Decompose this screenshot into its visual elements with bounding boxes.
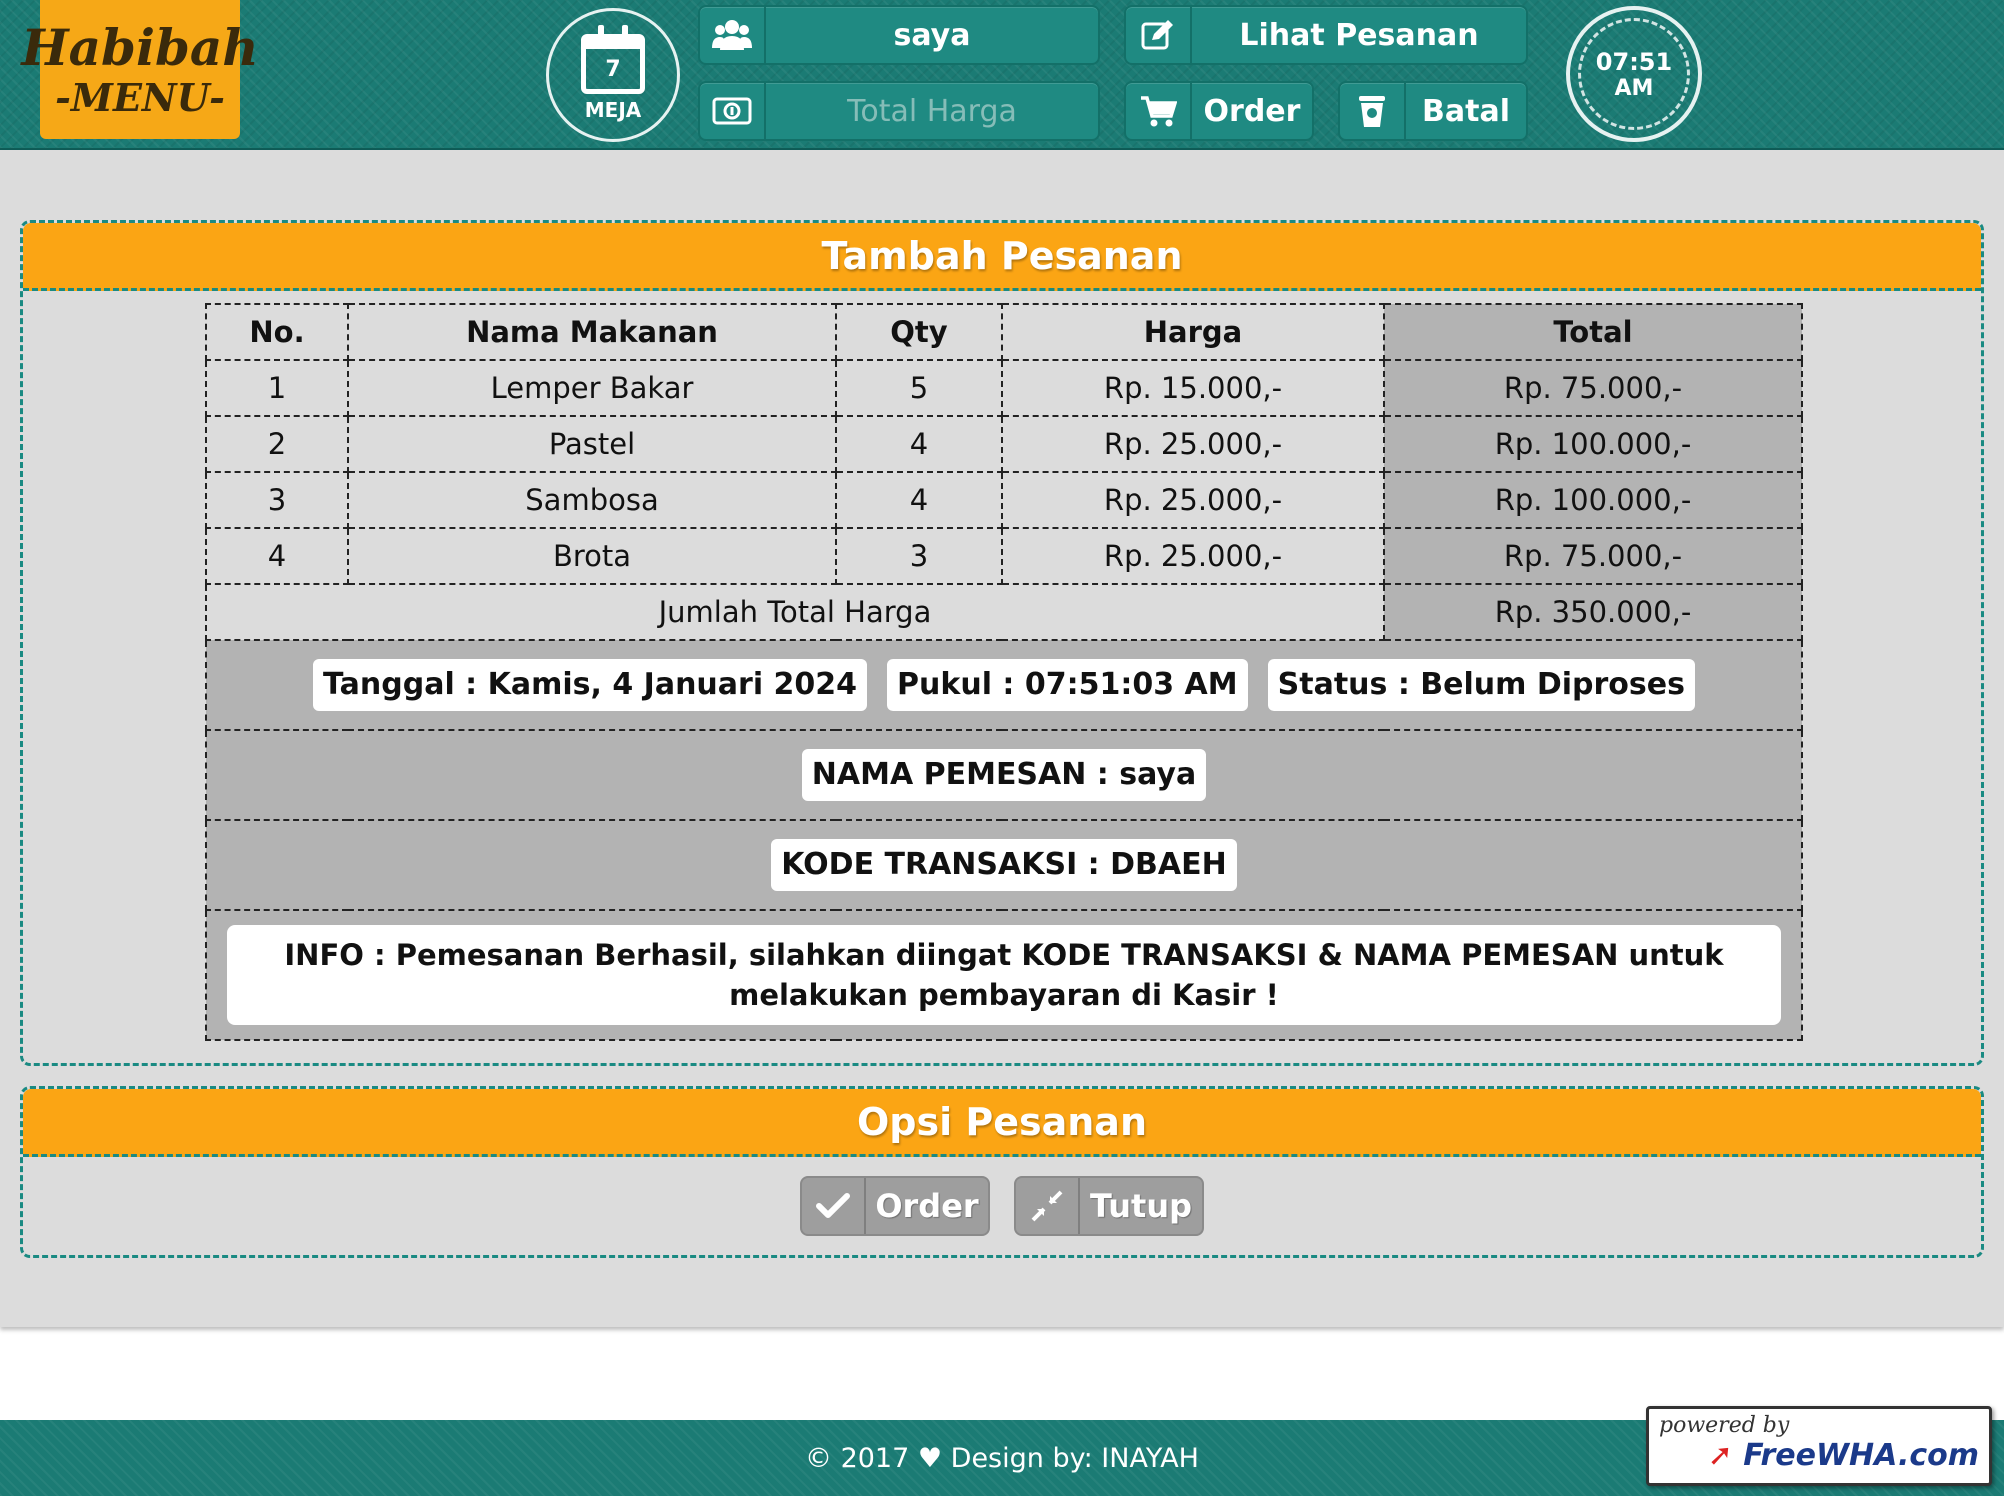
line-total: Rp. 100.000,- [1383, 471, 1803, 529]
grand-total-row: Jumlah Total Harga Rp. 350.000,- [205, 583, 1803, 641]
cart-icon [1126, 83, 1192, 139]
order-button[interactable]: Order [800, 1176, 990, 1236]
trash-icon [1340, 83, 1406, 139]
clock-widget: 07:51 AM [1566, 6, 1702, 142]
badge-freewha: FreeWHA.com [1743, 1438, 1979, 1473]
quantity: 4 [835, 415, 1003, 473]
order-header-button[interactable]: Order [1124, 81, 1314, 141]
grand-total-label: Jumlah Total Harga [205, 583, 1385, 641]
users-icon [700, 7, 766, 63]
user-name: saya [893, 17, 971, 53]
table-row: 3 Sambosa 4 Rp. 25.000,- Rp. 100.000,- [205, 471, 1803, 529]
check-icon [802, 1178, 866, 1234]
logo-line-1: Habibah [21, 17, 259, 77]
order-time: Pukul : 07:51:03 AM [887, 659, 1248, 711]
table-header-row: No. Nama Makanan Qty Harga Total [205, 303, 1803, 361]
close-button[interactable]: Tutup [1014, 1176, 1204, 1236]
order-button-label: Order [875, 1187, 979, 1225]
unit-price: Rp. 15.000,- [1001, 359, 1385, 417]
table-row: 4 Brota 3 Rp. 25.000,- Rp. 75.000,- [205, 527, 1803, 585]
column-header: Nama Makanan [347, 303, 837, 361]
order-options-buttons: Order Tutup [23, 1157, 1981, 1255]
column-header: No. [205, 303, 349, 361]
calendar-icon: 7 [581, 25, 645, 94]
logo-line-2: -MENU- [55, 74, 225, 120]
clock-time: 07:51 [1595, 47, 1673, 76]
column-header: Harga [1001, 303, 1385, 361]
food-name: Brota [347, 527, 837, 585]
row-number: 4 [205, 527, 349, 585]
view-orders-button[interactable]: Lihat Pesanan [1124, 5, 1528, 65]
money-icon [700, 83, 766, 139]
badge-powered-by: powered by [1659, 1413, 1790, 1438]
top-header: Habibah -MENU- 7 MEJA saya Total Harga L… [0, 0, 2004, 150]
habibah-menu-logo[interactable]: Habibah -MENU- [21, 0, 259, 139]
main-content: Tambah Pesanan No. Nama Makanan Qty Harg… [0, 150, 2004, 1327]
clock-period: AM [1614, 75, 1654, 101]
line-total: Rp. 100.000,- [1383, 415, 1803, 473]
user-name-field: saya [698, 5, 1100, 65]
quantity: 5 [835, 359, 1003, 417]
customer-row: NAMA PEMESAN : saya [205, 729, 1803, 821]
table-row: 2 Pastel 4 Rp. 25.000,- Rp. 100.000,- [205, 415, 1803, 473]
order-options-title: Opsi Pesanan [23, 1089, 1981, 1157]
unit-price: Rp. 25.000,- [1001, 415, 1385, 473]
info-row: INFO : Pemesanan Berhasil, silahkan diin… [205, 909, 1803, 1041]
copyright-text: © 2017 ♥ Design by: INAYAH [804, 1442, 1199, 1474]
cancel-label: Batal [1422, 93, 1510, 129]
table-row: 1 Lemper Bakar 5 Rp. 15.000,- Rp. 75.000… [205, 359, 1803, 417]
total-price-placeholder: Total Harga [847, 93, 1017, 129]
line-total: Rp. 75.000,- [1383, 527, 1803, 585]
edit-icon [1126, 7, 1192, 63]
transaction-row: KODE TRANSAKSI : DBAEH [205, 819, 1803, 911]
unit-price: Rp. 25.000,- [1001, 527, 1385, 585]
food-name: Pastel [347, 415, 837, 473]
order-table: No. Nama Makanan Qty Harga Total 1 Lempe… [205, 303, 1803, 1041]
food-name: Lemper Bakar [347, 359, 837, 417]
column-header: Total [1383, 303, 1803, 361]
order-header-label: Order [1203, 93, 1301, 129]
row-number: 2 [205, 415, 349, 473]
order-status: Status : Belum Diproses [1267, 659, 1695, 711]
row-number: 3 [205, 471, 349, 529]
line-total: Rp. 75.000,- [1383, 359, 1803, 417]
grand-total-value: Rp. 350.000,- [1383, 583, 1803, 641]
transaction-code: KODE TRANSAKSI : DBAEH [771, 839, 1237, 891]
add-order-title: Tambah Pesanan [23, 223, 1981, 291]
info-message: INFO : Pemesanan Berhasil, silahkan diin… [227, 925, 1781, 1025]
close-button-label: Tutup [1089, 1187, 1193, 1225]
total-price-field: Total Harga [698, 81, 1100, 141]
table-number-badge: 7 MEJA [546, 8, 680, 142]
compress-icon [1016, 1178, 1080, 1234]
food-name: Sambosa [347, 471, 837, 529]
order-meta-row: Tanggal : Kamis, 4 Januari 2024 Pukul : 0… [205, 639, 1803, 731]
quantity: 4 [835, 471, 1003, 529]
freewha-logo-icon: ➚ [1707, 1438, 1744, 1473]
unit-price: Rp. 25.000,- [1001, 471, 1385, 529]
row-number: 1 [205, 359, 349, 417]
order-date: Tanggal : Kamis, 4 Januari 2024 [313, 659, 868, 711]
table-number: 7 [605, 56, 621, 82]
cancel-button[interactable]: Batal [1338, 81, 1528, 141]
order-options-panel: Opsi Pesanan Order Tutup [20, 1086, 1984, 1258]
freewha-badge[interactable]: powered by ➚ FreeWHA.com [1646, 1406, 1992, 1486]
table-label: MEJA [584, 98, 642, 122]
customer-name: NAMA PEMESAN : saya [801, 749, 1207, 801]
add-order-panel: Tambah Pesanan No. Nama Makanan Qty Harg… [20, 220, 1984, 1066]
quantity: 3 [835, 527, 1003, 585]
column-header: Qty [835, 303, 1003, 361]
view-orders-label: Lihat Pesanan [1239, 17, 1479, 53]
